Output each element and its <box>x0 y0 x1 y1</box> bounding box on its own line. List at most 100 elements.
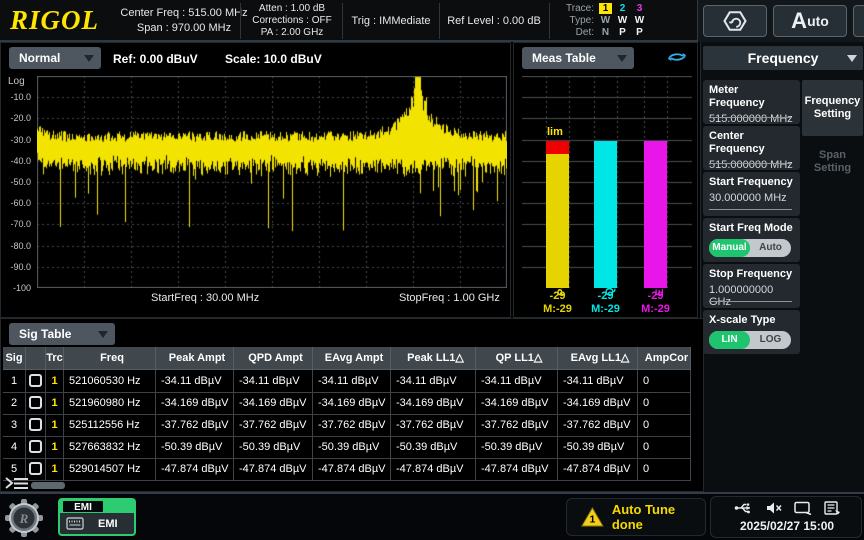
refresh-icon[interactable] <box>665 49 689 65</box>
tab-span-setting[interactable]: Span Setting <box>802 140 863 184</box>
y-tick-label: -50.0 <box>1 177 31 187</box>
rigol-logo: RIGOL <box>10 5 99 36</box>
menu-title-dropdown[interactable]: Frequency <box>703 46 863 70</box>
row-checkbox[interactable] <box>29 374 42 387</box>
y-axis-type-label: Log <box>8 76 25 87</box>
legend-cell: N <box>597 27 614 39</box>
meas-table-dropdown[interactable]: Meas Table <box>522 47 634 69</box>
system-menu-button[interactable]: R <box>2 498 46 538</box>
row-checkbox[interactable] <box>29 418 42 431</box>
table-cell: -34.11 dBµV <box>156 370 234 393</box>
menu-field-x-scale-type[interactable]: X-scale TypeLINLOG <box>703 310 800 354</box>
menu-field-start-freq-mode[interactable]: Start Freq ModeManualAuto <box>703 218 800 262</box>
table-cell: 525112556 Hz <box>64 414 156 437</box>
legend-cell: W <box>614 15 631 27</box>
horizontal-scrollbar[interactable] <box>31 482 65 489</box>
legend-cell: 2 <box>614 3 631 15</box>
meas-table-label: Meas Table <box>532 51 596 65</box>
scale-label: Scale: 10.0 dBuV <box>225 52 322 66</box>
table-cell <box>26 392 46 415</box>
legend-cell: W <box>631 15 648 27</box>
auto-button-rest: uto <box>807 13 829 29</box>
table-cell: 3 <box>3 414 26 437</box>
table-cell: -34.169 dBµV <box>476 392 558 415</box>
field-underline <box>709 301 792 302</box>
corrections-readout: Corrections : OFF <box>243 15 341 27</box>
bar-readout: -29M:-29 <box>633 290 679 316</box>
table-cell: -34.11 dBµV <box>558 370 638 393</box>
menu-field-center-frequency[interactable]: Center Frequency515.000000 MHz <box>703 126 800 170</box>
field-toggle[interactable]: ManualAuto <box>709 239 791 257</box>
sig-table-dropdown[interactable]: Sig Table <box>9 323 115 345</box>
table-cell: -34.169 dBµV <box>313 392 391 415</box>
amplitude-readout[interactable]: Atten : 1.00 dB Corrections : OFF PA : 2… <box>243 3 341 39</box>
menu-icon[interactable] <box>4 475 30 491</box>
menu-field-start-frequency[interactable]: Start Frequency30.000000 MHz <box>703 172 800 216</box>
spectrum-canvas[interactable] <box>37 76 507 288</box>
row-checkbox[interactable] <box>29 440 42 453</box>
frequency-menu-panel: Frequency Meter Frequency515.000000 MHzC… <box>700 42 864 492</box>
table-cell: 1 <box>46 370 64 393</box>
field-underline <box>709 117 792 118</box>
table-cell: 1 <box>46 436 64 459</box>
emi-tab-body: EMI <box>60 513 134 534</box>
pa-readout: PA : 2.00 GHz <box>243 27 341 39</box>
meas-table-panel: Meas Table limPeak-29M:-29QP-29M:-29EAvg… <box>513 42 698 318</box>
trigger-readout[interactable]: Trig : IMMediate <box>345 15 437 27</box>
alert-message: Auto Tune done <box>612 502 705 532</box>
legend-row-label: Det: <box>556 27 594 39</box>
view-mode-dropdown[interactable]: Normal <box>9 47 101 69</box>
row-checkbox[interactable] <box>29 462 42 475</box>
tab-frequency-setting[interactable]: Frequency Setting <box>802 80 863 136</box>
y-tick-label: -10.0 <box>1 92 31 102</box>
y-tick-label: -40.0 <box>1 156 31 166</box>
ref-level-readout[interactable]: Ref Level : 0.00 dB <box>441 15 547 27</box>
sig-table-panel: Sig Table SigTrcFreqPeak AmptQPD AmptEAv… <box>0 318 704 492</box>
y-tick-label: -60.0 <box>1 198 31 208</box>
menu-field-stop-frequency[interactable]: Stop Frequency1.000000000 GHz <box>703 264 800 308</box>
table-cell: -50.39 dBµV <box>558 436 638 459</box>
row-checkbox[interactable] <box>29 396 42 409</box>
trace-legend[interactable]: Trace:123Type:WWWDet:NPP <box>556 3 648 39</box>
field-toggle[interactable]: LINLOG <box>709 331 791 349</box>
tab-label: Span Setting <box>802 149 863 175</box>
status-icons <box>711 501 863 515</box>
emi-mode-tab[interactable]: EMI EMI <box>58 498 136 536</box>
table-cell: 1 <box>3 370 26 393</box>
divider <box>439 3 440 39</box>
clipped-edge-button[interactable] <box>853 5 864 37</box>
field-underline <box>709 209 792 210</box>
preset-return-button[interactable] <box>703 5 767 37</box>
menu-title: Frequency <box>748 50 819 66</box>
bar-readout: -29M:-29 <box>535 290 581 316</box>
auto-tune-button[interactable]: Auto <box>773 5 847 37</box>
table-cell: -37.762 dBµV <box>476 414 558 437</box>
hardkey-zone: Auto <box>697 0 864 42</box>
toggle-option-lin[interactable]: LIN <box>709 331 750 349</box>
divider <box>240 3 241 39</box>
table-cell: 2 <box>3 392 26 415</box>
alert-panel[interactable]: 1 Auto Tune done <box>566 498 706 536</box>
table-cell: -50.39 dBµV <box>234 436 313 459</box>
table-cell: -37.762 dBµV <box>156 414 234 437</box>
bottom-task-bar: R EMI EMI 1 Auto Tune done <box>0 492 864 540</box>
toggle-option-auto[interactable]: Auto <box>750 239 791 257</box>
table-cell: 521060530 Hz <box>64 370 156 393</box>
table-cell: 521960980 Hz <box>64 392 156 415</box>
table-cell: 529014507 Hz <box>64 458 156 481</box>
header-cell: Sig <box>3 347 26 370</box>
status-panel[interactable]: 2025/02/27 15:00 <box>710 496 862 538</box>
legend-cell: 1 <box>597 3 614 15</box>
table-cell: -34.11 dBµV <box>476 370 558 393</box>
auto-button-initial: A <box>791 8 807 34</box>
toggle-option-log[interactable]: LOG <box>750 331 791 349</box>
field-underline <box>709 163 792 164</box>
atten-readout: Atten : 1.00 dB <box>243 3 341 15</box>
table-cell: -34.169 dBµV <box>391 392 476 415</box>
tab-label: Frequency Setting <box>802 95 863 121</box>
table-cell: -47.874 dBµV <box>558 458 638 481</box>
meter-bar-qp <box>594 141 617 288</box>
menu-field-meter-frequency[interactable]: Meter Frequency515.000000 MHz <box>703 80 800 124</box>
header-cell: EAvg Ampt <box>313 347 391 370</box>
toggle-option-manual[interactable]: Manual <box>709 239 750 257</box>
